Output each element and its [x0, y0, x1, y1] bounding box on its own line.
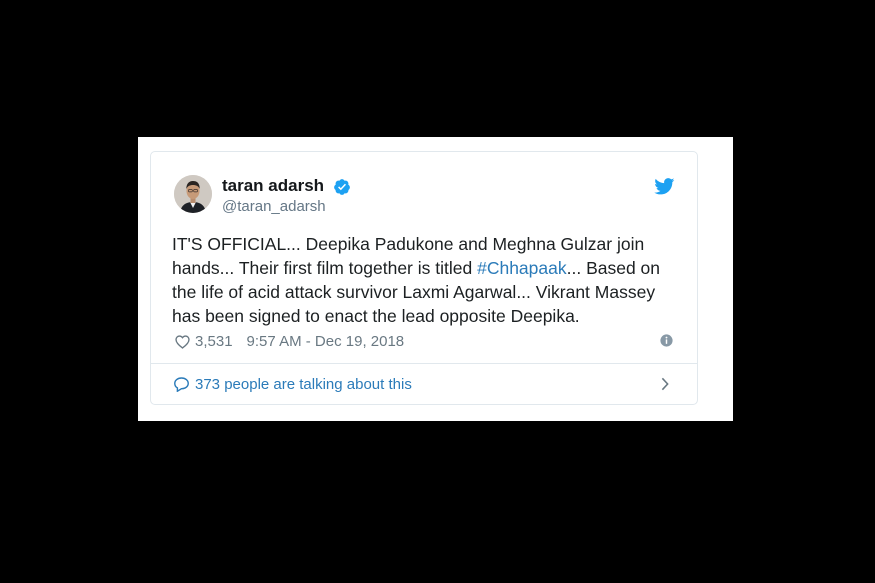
divider — [151, 363, 697, 364]
tweet-meta-row: 3,531 9:57 AM - Dec 19, 2018 — [174, 331, 404, 351]
avatar-image — [174, 175, 212, 213]
tweet-text: IT'S OFFICIAL... Deepika Padukone and Me… — [172, 232, 682, 328]
embedded-tweet-card[interactable]: taran adarsh @taran_adarsh IT'S OFFICIAL… — [150, 151, 698, 405]
conversation-count-label[interactable]: 373 people are talking about this — [195, 376, 412, 393]
twitter-bird-icon[interactable] — [654, 178, 675, 195]
chevron-right-icon[interactable] — [660, 377, 670, 391]
author-display-name[interactable]: taran adarsh — [222, 176, 324, 196]
like-count[interactable]: 3,531 — [195, 333, 233, 350]
author-handle[interactable]: @taran_adarsh — [222, 198, 326, 216]
speech-bubble-icon — [174, 377, 189, 392]
info-icon[interactable] — [660, 334, 673, 347]
avatar[interactable] — [174, 175, 212, 213]
tweet-timestamp[interactable]: 9:57 AM - Dec 19, 2018 — [247, 333, 405, 350]
screenshot-canvas: taran adarsh @taran_adarsh IT'S OFFICIAL… — [0, 0, 875, 583]
hashtag-link[interactable]: #Chhapaak — [477, 258, 567, 278]
heart-icon[interactable] — [174, 334, 191, 349]
verified-badge-icon — [334, 179, 350, 195]
conversation-link[interactable]: 373 people are talking about this — [173, 374, 412, 394]
